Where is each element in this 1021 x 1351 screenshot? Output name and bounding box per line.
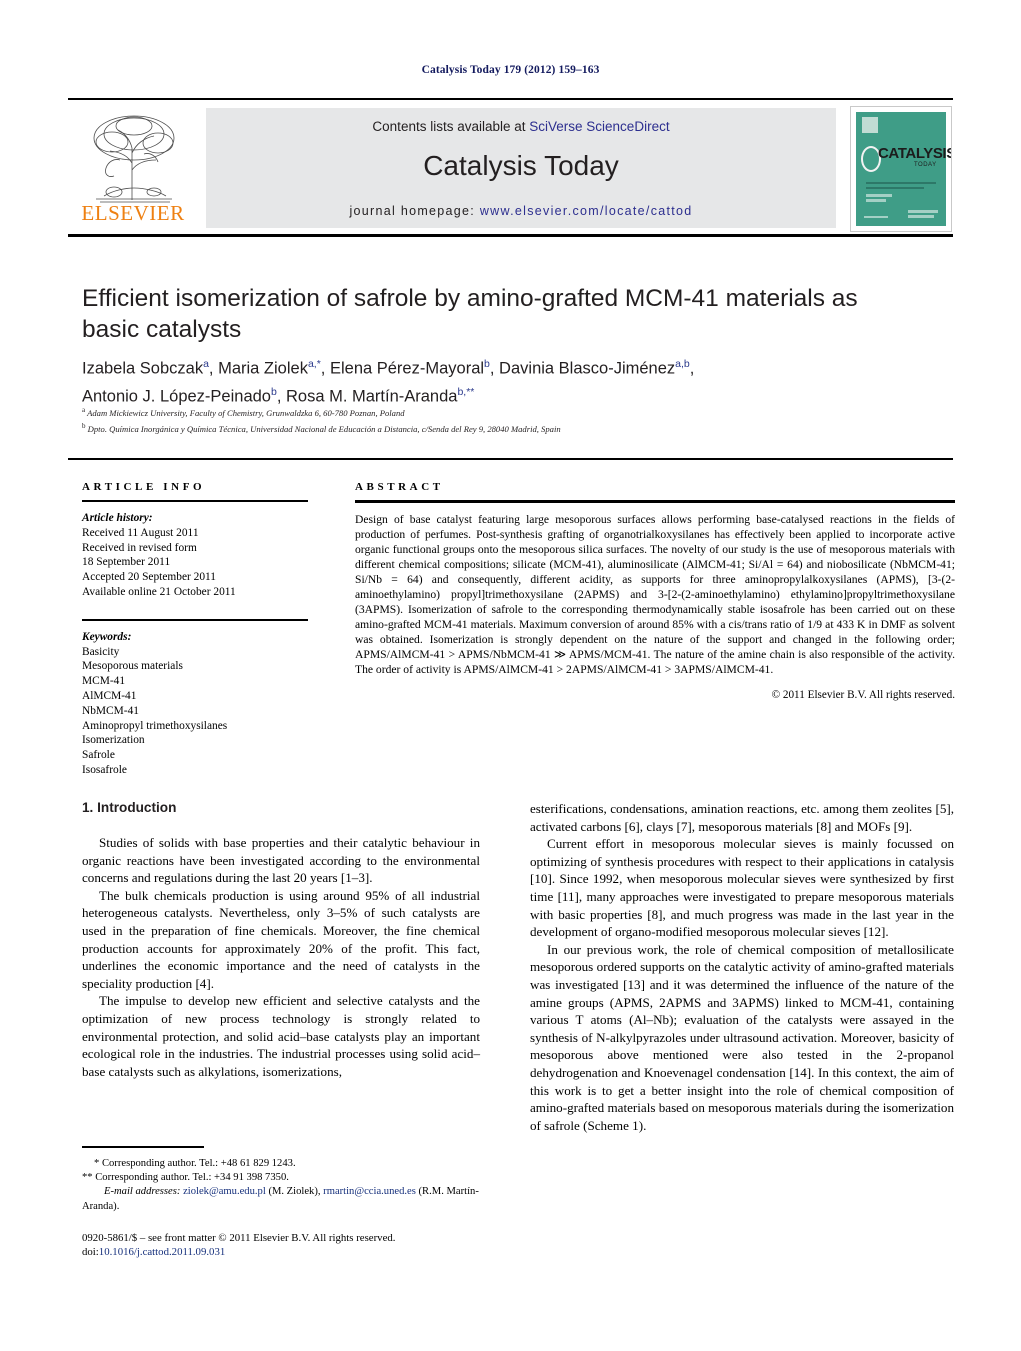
email-link-2[interactable]: rmartin@ccia.uned.es <box>323 1186 416 1197</box>
paragraph-text: The impulse to develop new efficient and… <box>82 993 480 1079</box>
doi-line: doi:10.1016/j.cattod.2011.09.031 <box>82 1245 502 1259</box>
author-list: Izabela Sobczaka, Maria Zioleka,*, Elena… <box>82 353 912 408</box>
keyword-item: MCM-41 <box>82 675 126 688</box>
footnote-rule <box>82 1146 204 1148</box>
cover-rule-1 <box>866 182 936 184</box>
corresponding-author-1: * Corresponding author. Tel.: +48 61 829… <box>94 1158 296 1169</box>
email-link-1[interactable]: ziolek@amu.edu.pl <box>183 1186 266 1197</box>
corresponding-author-2: ** Corresponding author. Tel.: +34 91 39… <box>82 1172 289 1184</box>
article-info-heading: ARTICLE INFO <box>82 481 206 493</box>
cover-block-3 <box>908 210 938 213</box>
article-info-rule <box>82 500 308 502</box>
email-owner-1: (M. Ziolek), <box>268 1186 321 1198</box>
affiliation-a: a Adam Mickiewicz University, Faculty of… <box>82 404 952 420</box>
imprint-block: 0920-5861/$ – see front matter © 2011 El… <box>82 1231 502 1260</box>
keyword-item: Mesoporous materials <box>82 660 183 673</box>
paragraph: The bulk chemicals production is using a… <box>82 887 480 993</box>
paragraph-text: In our previous work, the role of chemic… <box>530 941 954 1133</box>
cover-block-1 <box>866 194 892 197</box>
elsevier-tree-icon <box>93 115 175 203</box>
affiliation-b-text: Dpto. Química Inorgánica y Química Técni… <box>87 424 561 435</box>
contents-prefix: Contents lists available at <box>372 119 530 134</box>
paragraph: Studies of solids with base properties a… <box>82 834 480 887</box>
sciencedirect-link[interactable]: SciVerse ScienceDirect <box>529 119 669 134</box>
journal-masthead: ELSEVIER Contents lists available at Sci… <box>68 98 953 238</box>
history-item: Received 11 August 2011 <box>82 526 199 539</box>
cover-artwork: CATALYSIS TODAY <box>856 112 951 226</box>
elsevier-logo: ELSEVIER <box>74 108 192 228</box>
article-history-block: Article history: Received 11 August 2011… <box>82 511 308 600</box>
keyword-item: Safrole <box>82 749 115 762</box>
journal-homepage-line: journal homepage: www.elsevier.com/locat… <box>206 204 836 218</box>
keyword-item: Aminopropyl trimethoxysilanes <box>82 719 228 732</box>
cover-block-5 <box>864 216 888 218</box>
homepage-url-link[interactable]: www.elsevier.com/locate/cattod <box>480 204 693 218</box>
keywords-block: Keywords: Basicity Mesoporous materials … <box>82 630 308 778</box>
keyword-item: Isosafrole <box>82 763 127 776</box>
paragraph-text: Current effort in mesoporous molecular s… <box>530 836 954 940</box>
article-history-label: Article history: <box>82 512 153 524</box>
elsevier-wordmark: ELSEVIER <box>81 201 185 225</box>
keyword-item: AlMCM-41 <box>82 689 137 702</box>
keywords-rule <box>82 618 308 621</box>
author-line-1: Izabela Sobczaka, Maria Zioleka,*, Elena… <box>82 358 695 378</box>
history-item: Accepted 20 September 2011 <box>82 571 217 584</box>
cover-subtitle-text: TODAY <box>914 162 937 168</box>
abstract-text: Design of base catalyst featuring large … <box>355 512 955 677</box>
keyword-item: Isomerization <box>82 734 145 747</box>
affiliation-marker-b: b <box>82 422 86 431</box>
article-info-column: ARTICLE INFO Article history: Received 1… <box>82 481 308 778</box>
cover-title-text: CATALYSIS <box>878 145 952 162</box>
body-column-right: esterifications, condensations, aminatio… <box>530 800 954 1134</box>
contents-available-line: Contents lists available at SciVerse Sci… <box>206 119 836 134</box>
journal-title: Catalysis Today <box>423 150 619 181</box>
abstract-copyright: © 2011 Elsevier B.V. All rights reserved… <box>771 688 955 701</box>
keyword-item: Basicity <box>82 645 120 658</box>
keywords-label: Keywords: <box>82 630 132 643</box>
cover-rule-2 <box>866 187 924 189</box>
masthead-top-rule <box>68 98 953 100</box>
page-title: Efficient isomerization of safrole by am… <box>82 285 858 343</box>
paragraph-text: The bulk chemicals production is using a… <box>82 887 480 991</box>
masthead-bottom-rule <box>68 234 953 237</box>
paragraph: The impulse to develop new efficient and… <box>82 992 480 1080</box>
homepage-prefix: journal homepage: <box>349 204 480 218</box>
article-page: Catalysis Today 179 (2012) 159–163 ELSEV… <box>0 0 1021 1351</box>
footnotes: * Corresponding author. Tel.: +48 61 829… <box>82 1157 482 1214</box>
affiliation-b: b Dpto. Química Inorgánica y Química Téc… <box>82 420 952 436</box>
abstract-heading: ABSTRACT <box>355 481 444 493</box>
paragraph: Current effort in mesoporous molecular s… <box>530 835 954 941</box>
paragraph-text: esterifications, condensations, aminatio… <box>530 801 954 834</box>
running-head: Catalysis Today 179 (2012) 159–163 <box>421 64 600 76</box>
section-heading-introduction: 1. Introduction <box>82 800 177 815</box>
history-item: Available online 21 October 2011 <box>82 585 236 598</box>
body-column-left: 1. Introduction Studies of solids with b… <box>82 800 480 1080</box>
affiliations: a Adam Mickiewicz University, Faculty of… <box>82 404 952 437</box>
history-item: 18 September 2011 <box>82 556 171 569</box>
abstract-rule <box>355 500 955 503</box>
keyword-item: NbMCM-41 <box>82 704 139 717</box>
front-matter-line: 0920-5861/$ – see front matter © 2011 El… <box>82 1232 396 1244</box>
cover-elsevier-mark-icon <box>862 117 878 133</box>
email-label: E-mail addresses: <box>104 1186 181 1198</box>
paragraph: In our previous work, the role of chemic… <box>530 941 954 1135</box>
journal-cover-thumbnail: CATALYSIS TODAY <box>850 106 952 232</box>
doi-link[interactable]: 10.1016/j.cattod.2011.09.031 <box>99 1246 225 1258</box>
journal-banner: Contents lists available at SciVerse Sci… <box>206 108 836 228</box>
affiliation-marker-a: a <box>82 406 86 414</box>
history-item: Received in revised form <box>82 541 197 554</box>
paragraph-text: Studies of solids with base properties a… <box>82 835 480 886</box>
cover-block-2 <box>866 199 886 202</box>
email-addresses-line: E-mail addresses: ziolek@amu.edu.pl (M. … <box>82 1185 482 1213</box>
abstract-column: ABSTRACT Design of base catalyst featuri… <box>355 481 955 701</box>
doi-label: doi: <box>82 1246 99 1259</box>
section-divider-rule <box>68 458 953 460</box>
cover-block-4 <box>908 215 934 218</box>
affiliation-a-text: Adam Mickiewicz University, Faculty of C… <box>87 407 405 418</box>
paragraph: esterifications, condensations, aminatio… <box>530 800 954 835</box>
